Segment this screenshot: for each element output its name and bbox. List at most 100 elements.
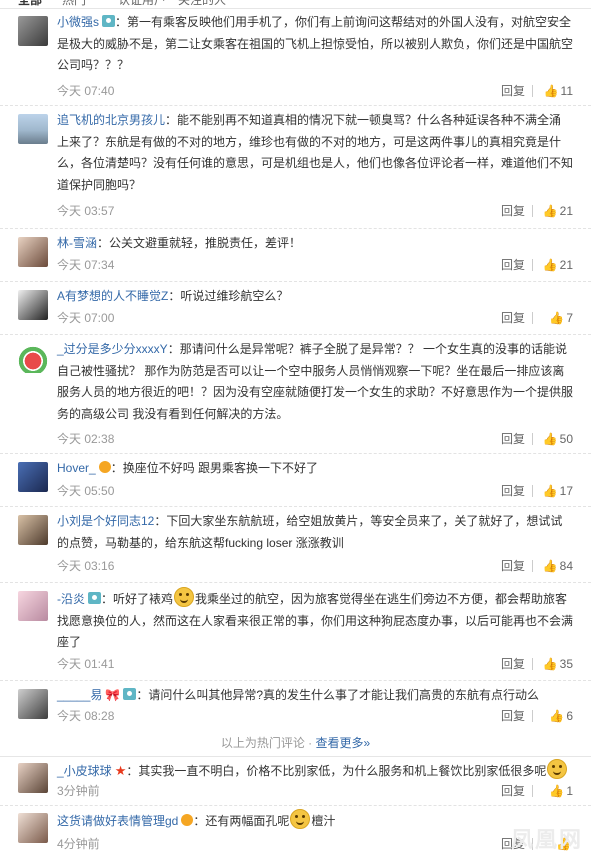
camera-badge-icon: [123, 688, 137, 700]
view-more-link[interactable]: 查看更多»: [316, 736, 371, 750]
avatar[interactable]: [18, 16, 48, 46]
divider: [532, 433, 533, 445]
divider: [532, 485, 533, 497]
like-count: 84: [559, 559, 573, 573]
avatar[interactable]: [18, 689, 48, 719]
comment-filter-tabs: 全部 热门 认证用户 关注的人: [0, 0, 591, 9]
username[interactable]: 这货请做好表情管理gd: [57, 814, 178, 828]
thumbs-up-icon: 👍: [542, 258, 558, 272]
tab-following[interactable]: 关注的人: [178, 0, 226, 8]
comment-body: _小皮球球 ★：其实我一直不明白，价格不比别家低，为什么服务和机上餐饮比别家低很多…: [57, 759, 573, 783]
username[interactable]: _小皮球球: [57, 764, 112, 778]
username[interactable]: -沿炎: [57, 592, 85, 606]
like-count: 1: [566, 784, 573, 798]
divider: [532, 560, 533, 572]
avatar[interactable]: [18, 462, 48, 492]
avatar[interactable]: [18, 114, 48, 144]
like-button[interactable]: 👍 50: [543, 430, 573, 448]
thumbs-up-icon: 👍: [549, 311, 565, 325]
thumbs-up-icon: 👍: [549, 709, 565, 723]
comment-text-part-1: ：还有两幅面孔呢: [193, 814, 290, 828]
thumbs-up-icon: 👍: [542, 484, 558, 498]
username[interactable]: 林-雪涵: [57, 236, 97, 250]
username[interactable]: 追飞机的北京男孩儿: [57, 113, 165, 127]
reply-button[interactable]: 回复: [501, 256, 525, 274]
sweat-emoji-icon: [547, 759, 568, 779]
reply-button[interactable]: 回复: [501, 655, 525, 673]
avatar[interactable]: [18, 237, 48, 267]
comment-item: 追飞机的北京男孩儿：能不能别再不知道真相的情况下就一顿臭骂？什么各种延误各种不满…: [0, 108, 591, 229]
reply-button[interactable]: 回复: [501, 430, 525, 448]
username[interactable]: 小刘是个好同志12: [57, 514, 154, 528]
thumbs-up-icon: 👍: [543, 84, 559, 98]
like-button[interactable]: 👍 21: [543, 256, 573, 274]
timestamp: 4分钟前: [57, 837, 100, 851]
like-button[interactable]: 👍 21: [543, 202, 573, 220]
star-badge-icon: ★: [114, 763, 127, 778]
reply-button[interactable]: 回复: [501, 482, 525, 500]
like-button[interactable]: 👍 1: [549, 782, 573, 800]
username[interactable]: A有梦想的人不睡觉Z: [57, 289, 168, 303]
reply-button[interactable]: 回复: [501, 557, 525, 575]
username[interactable]: Hover_: [57, 461, 96, 475]
comment-meta: 4分钟前 回复 👍: [57, 835, 573, 853]
like-button[interactable]: 👍 17: [543, 482, 573, 500]
like-count: 17: [559, 484, 573, 498]
like-count: 21: [559, 258, 573, 272]
avatar[interactable]: [18, 290, 48, 320]
site-watermark: 凤凰网: [510, 827, 583, 852]
avatar[interactable]: [18, 763, 48, 793]
thumbs-up-icon: 👍: [542, 657, 558, 671]
like-button[interactable]: 👍 6: [549, 707, 573, 725]
username[interactable]: _过分是多少分xxxxY: [57, 342, 168, 356]
avatar[interactable]: [18, 591, 48, 621]
reply-button[interactable]: 回复: [501, 782, 525, 800]
avatar[interactable]: [18, 515, 48, 545]
hot-comments-label: 以上为热门评论 ·: [220, 736, 313, 750]
like-button[interactable]: 👍 35: [543, 655, 573, 673]
comment-item: 林-雪涵：公关文避重就轻，推脱责任，差评！ 今天 07:34 回复 👍 21: [0, 231, 591, 282]
bow-badge-icon: 🎀: [105, 688, 121, 702]
comment-item: 小微强s ：第一有乘客反映他们用手机了，你们有上前询问这帮结对的外国人没有，对航空…: [0, 10, 591, 106]
tab-all[interactable]: 全部: [18, 0, 42, 8]
reply-button[interactable]: 回复: [501, 707, 525, 725]
smiley-emoji-icon: [174, 587, 195, 607]
vip-badge-icon: [98, 461, 111, 473]
comment-meta: 今天 05:50 回复 👍 17: [57, 482, 573, 500]
comment-item: 这货请做好表情管理gd ：还有两幅面孔呢 檀汁 4分钟前 回复 👍: [0, 807, 591, 860]
comment-meta: 今天 01:41 回复 👍 35: [57, 655, 573, 673]
username[interactable]: _____易: [57, 688, 102, 702]
like-count: 35: [559, 657, 573, 671]
timestamp: 今天 07:40: [57, 84, 115, 98]
reply-button[interactable]: 回复: [501, 82, 525, 100]
like-button[interactable]: 👍 84: [543, 557, 573, 575]
timestamp: 今天 08:28: [57, 709, 115, 723]
comment-text-part-2: 檀汁: [311, 814, 336, 828]
like-count: 11: [560, 84, 573, 98]
thumbs-up-icon: 👍: [542, 204, 558, 218]
tab-verified[interactable]: 认证用户: [118, 0, 166, 8]
comment-item: _小皮球球 ★：其实我一直不明白，价格不比别家低，为什么服务和机上餐饮比别家低很多…: [0, 756, 591, 806]
tab-hot[interactable]: 热门: [62, 0, 86, 8]
timestamp: 今天 05:50: [57, 484, 115, 498]
avatar[interactable]: [18, 343, 48, 373]
avatar[interactable]: [18, 813, 48, 843]
username[interactable]: 小微强s: [57, 15, 99, 29]
like-button[interactable]: 👍 7: [549, 309, 573, 327]
reply-button[interactable]: 回复: [501, 309, 525, 327]
comment-item: -沿炎 ：听好了裱鸡 我乘坐过的航空，因为旅客觉得坐在逃生们旁边不方便，都会帮助旅客…: [0, 585, 591, 681]
reply-button[interactable]: 回复: [501, 202, 525, 220]
thumbs-up-icon: 👍: [542, 559, 558, 573]
thumbs-up-icon: 👍: [549, 784, 565, 798]
comment-item: _过分是多少分xxxxY：那请问什么是异常呢？裤子全脱了是异常？？ 一个女生真的…: [0, 337, 591, 454]
like-count: 50: [559, 432, 573, 446]
timestamp: 今天 07:00: [57, 311, 115, 325]
divider: [532, 85, 533, 97]
timestamp: 今天 03:16: [57, 559, 115, 573]
like-button[interactable]: 👍 11: [544, 82, 573, 100]
comment-text: ：换座位不好吗 跟男乘客换一下不好了: [110, 461, 319, 475]
divider: [532, 710, 533, 722]
thumbs-up-icon: 👍: [542, 432, 558, 446]
camera-badge-icon: [102, 15, 116, 27]
vip-badge-icon: [181, 814, 194, 826]
